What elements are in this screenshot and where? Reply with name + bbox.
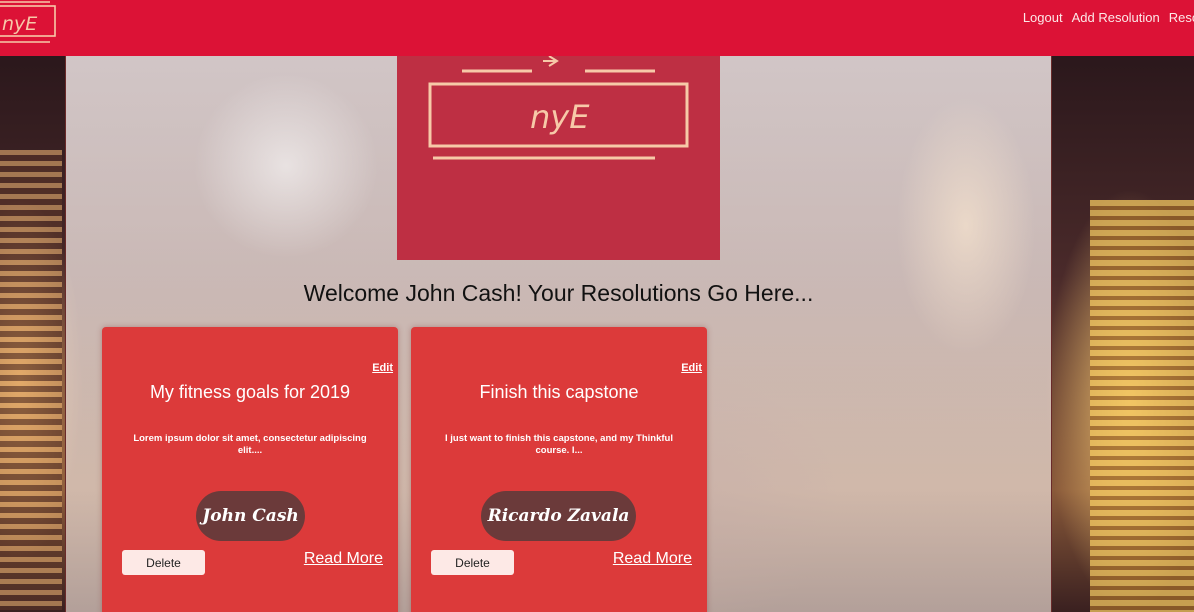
nav-logo[interactable]: nyE (0, 0, 76, 48)
author-badge: Ricardo Zavala (481, 491, 636, 541)
read-more-link[interactable]: Read More (304, 550, 383, 568)
author-badge: John Cash (196, 491, 305, 541)
background-building-left (0, 150, 62, 610)
resolution-card: Edit Finish this capstone I just want to… (411, 327, 707, 612)
welcome-heading: Welcome John Cash! Your Resolutions Go H… (303, 280, 814, 306)
delete-button[interactable]: Delete (431, 550, 514, 575)
background-building-right (1090, 200, 1194, 612)
nav-logo-text: nyE (2, 13, 37, 35)
nav-logout-link[interactable]: Logout (1023, 10, 1063, 25)
card-title: My fitness goals for 2019 (149, 382, 351, 402)
nav-resolutions-link[interactable]: Resol (1169, 10, 1194, 25)
edit-link[interactable]: Edit (372, 362, 393, 374)
card-description: Lorem ipsum dolor sit amet, consectetur … (133, 433, 367, 456)
nav-links: Logout Add Resolution Resol (1023, 10, 1194, 25)
read-more-link[interactable]: Read More (613, 550, 692, 568)
tower-glow (896, 96, 1036, 356)
resolution-card: Edit My fitness goals for 2019 Lorem ips… (102, 327, 398, 612)
fireworks-glow (186, 66, 386, 266)
top-navbar: nyE Logout Add Resolution Resol (0, 0, 1194, 56)
card-title: Finish this capstone (479, 382, 639, 402)
card-description: I just want to finish this capstone, and… (444, 433, 673, 456)
delete-button[interactable]: Delete (122, 550, 205, 575)
nav-add-resolution-link[interactable]: Add Resolution (1072, 10, 1160, 25)
hero-logo-text: nyE (530, 98, 590, 136)
edit-link[interactable]: Edit (681, 362, 702, 374)
arrow-icon (543, 55, 559, 67)
hero-logo-box: nyE (397, 55, 720, 260)
